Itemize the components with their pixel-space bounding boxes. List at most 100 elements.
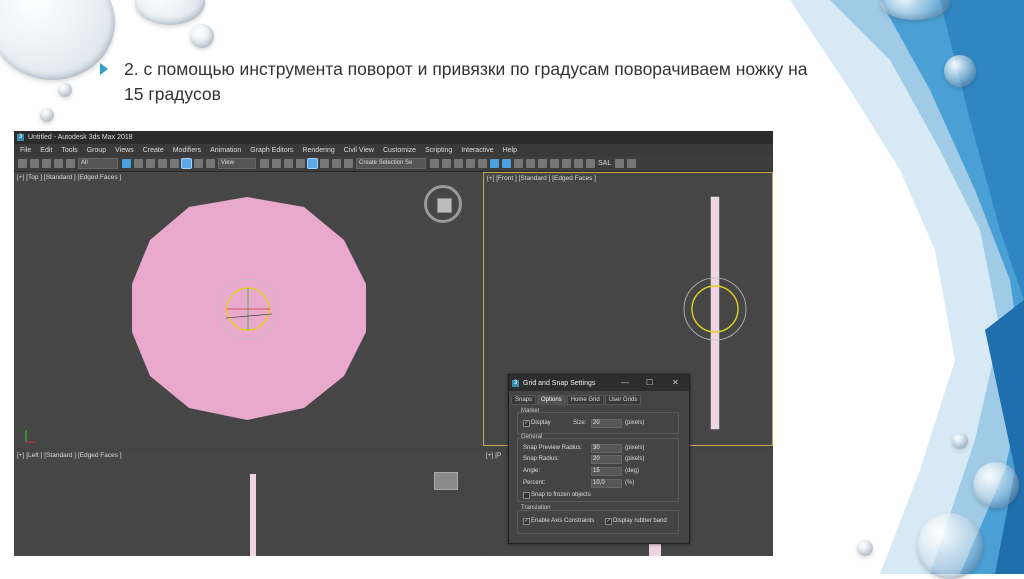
maximize-viewport-icon[interactable]: [627, 159, 637, 168]
dialog-logo-icon: 3: [512, 379, 519, 387]
preview-radius-label: Snap Preview Radius:: [523, 445, 583, 451]
table-top-shape[interactable]: [132, 197, 366, 420]
droplet-decoration: [973, 462, 1019, 508]
sal-label[interactable]: SAL: [598, 160, 611, 167]
select-rotate-icon[interactable]: [181, 158, 192, 169]
percent-label: Percent:: [523, 480, 546, 486]
select-manipulate-icon[interactable]: [272, 159, 281, 168]
menu-views[interactable]: Views: [115, 147, 134, 154]
pivot-center-icon[interactable]: [260, 159, 269, 168]
viewcube-left[interactable]: [434, 472, 458, 490]
minimize-icon[interactable]: —: [621, 378, 629, 387]
maximize-icon[interactable]: ☐: [646, 378, 653, 387]
app-title: Untitled - Autodesk 3ds Max 2018: [28, 134, 133, 141]
menu-interactive[interactable]: Interactive: [461, 147, 493, 154]
preview-radius-unit: (pixels): [625, 445, 645, 451]
menu-scripting[interactable]: Scripting: [425, 147, 452, 154]
viewport-layout-icon[interactable]: [615, 159, 625, 168]
warning-icon[interactable]: [586, 159, 595, 168]
percent-snap-icon[interactable]: [320, 159, 329, 168]
menu-tools[interactable]: Tools: [61, 147, 77, 154]
rendered-frame-icon[interactable]: [526, 159, 535, 168]
dialog-titlebar[interactable]: 3 Grid and Snap Settings — ☐ ✕: [509, 375, 689, 391]
size-field[interactable]: 20: [591, 419, 622, 428]
droplet-decoration: [58, 83, 72, 97]
table-leg-shape[interactable]: [710, 196, 720, 430]
bind-space-warp-icon[interactable]: [66, 159, 75, 168]
menu-modifiers[interactable]: Modifiers: [173, 147, 201, 154]
spinner-snap-icon[interactable]: [332, 159, 341, 168]
viewport-top[interactable]: [+] [Top ] [Standard ] [Edged Faces ]: [14, 172, 481, 448]
render-setup-icon[interactable]: [514, 159, 523, 168]
undo-icon[interactable]: [18, 159, 27, 168]
select-by-name-icon[interactable]: [134, 159, 143, 168]
curve-editor-icon[interactable]: [478, 159, 487, 168]
snap-frozen-label: Snap to frozen objects: [531, 492, 591, 498]
unlink-icon[interactable]: [54, 159, 63, 168]
redo-icon[interactable]: [30, 159, 39, 168]
droplet-decoration: [944, 55, 976, 87]
select-move-icon[interactable]: [170, 159, 179, 168]
tab-snaps[interactable]: Snaps: [511, 395, 537, 405]
tab-user-grids[interactable]: User Grids: [604, 395, 642, 405]
angle-field[interactable]: 15: [591, 467, 622, 476]
named-selection-dropdown[interactable]: Create Selection Se: [356, 158, 426, 169]
render-cloud-icon[interactable]: [562, 159, 571, 168]
menu-graph-editors[interactable]: Graph Editors: [250, 147, 293, 154]
snap-radius-field[interactable]: 20: [591, 455, 622, 464]
axis-constraints-checkbox[interactable]: ✓: [523, 518, 530, 525]
edit-named-selection-icon[interactable]: [344, 159, 353, 168]
align-icon[interactable]: [442, 159, 451, 168]
window-crossing-icon[interactable]: [158, 159, 167, 168]
preview-radius-field[interactable]: 30: [591, 444, 622, 453]
menu-animation[interactable]: Animation: [210, 147, 241, 154]
selection-filter-dropdown[interactable]: All: [78, 158, 118, 169]
menu-edit[interactable]: Edit: [40, 147, 52, 154]
schematic-view-icon[interactable]: [490, 159, 499, 168]
tab-home-grid[interactable]: Home Grid: [566, 395, 604, 405]
angle-unit: (deg): [625, 468, 640, 474]
select-object-icon[interactable]: [122, 159, 131, 168]
display-checkbox[interactable]: ✓: [523, 420, 530, 427]
main-toolbar: All View Create Selection Se SAL: [14, 156, 773, 172]
angle-snap-toggle-icon[interactable]: [307, 158, 318, 169]
reference-coordinate-dropdown[interactable]: View: [218, 158, 256, 169]
menu-group[interactable]: Group: [87, 147, 106, 154]
render-production-icon[interactable]: [538, 159, 547, 168]
layer-explorer-icon[interactable]: [454, 159, 463, 168]
menu-customize[interactable]: Customize: [383, 147, 416, 154]
rectangular-selection-icon[interactable]: [146, 159, 155, 168]
link-icon[interactable]: [42, 159, 51, 168]
viewport-left[interactable]: [+] [Left ] [Standard ] [Edged Faces ]: [14, 450, 481, 556]
snap-radius-unit: (pixels): [625, 456, 645, 462]
droplet-decoration: [40, 108, 54, 122]
menu-civil-view[interactable]: Civil View: [344, 147, 374, 154]
rubber-band-label: Display rubber band: [613, 518, 667, 524]
snap-frozen-checkbox[interactable]: [523, 492, 530, 499]
axis-constraints-label: Enable Axis Constraints: [531, 518, 595, 524]
placement-icon[interactable]: [206, 159, 215, 168]
menu-help[interactable]: Help: [503, 147, 517, 154]
select-scale-icon[interactable]: [194, 159, 203, 168]
app-titlebar: 3 Untitled - Autodesk 3ds Max 2018: [14, 131, 773, 144]
keyboard-shortcut-icon[interactable]: [284, 159, 293, 168]
menu-create[interactable]: Create: [143, 147, 164, 154]
menu-file[interactable]: File: [20, 147, 31, 154]
marker-group-title: Marker: [521, 408, 540, 414]
viewcube-top[interactable]: [424, 185, 462, 223]
toggle-ribbon-icon[interactable]: [466, 159, 475, 168]
snaps-toggle-icon[interactable]: [296, 159, 305, 168]
close-icon[interactable]: ✕: [672, 378, 679, 387]
menu-bar: File Edit Tools Group Views Create Modif…: [14, 144, 773, 156]
droplet-decoration: [857, 540, 873, 556]
render-iterative-icon[interactable]: [550, 159, 559, 168]
dialog-title: Grid and Snap Settings: [523, 379, 596, 387]
rubber-band-checkbox[interactable]: ✓: [605, 518, 612, 525]
percent-field[interactable]: 10,0: [591, 479, 622, 488]
mirror-icon[interactable]: [430, 159, 439, 168]
menu-rendering[interactable]: Rendering: [302, 147, 334, 154]
tab-options[interactable]: Options: [537, 395, 566, 405]
material-editor-icon[interactable]: [502, 159, 511, 168]
top-view-scene: [25, 197, 366, 443]
a360-icon[interactable]: [574, 159, 583, 168]
